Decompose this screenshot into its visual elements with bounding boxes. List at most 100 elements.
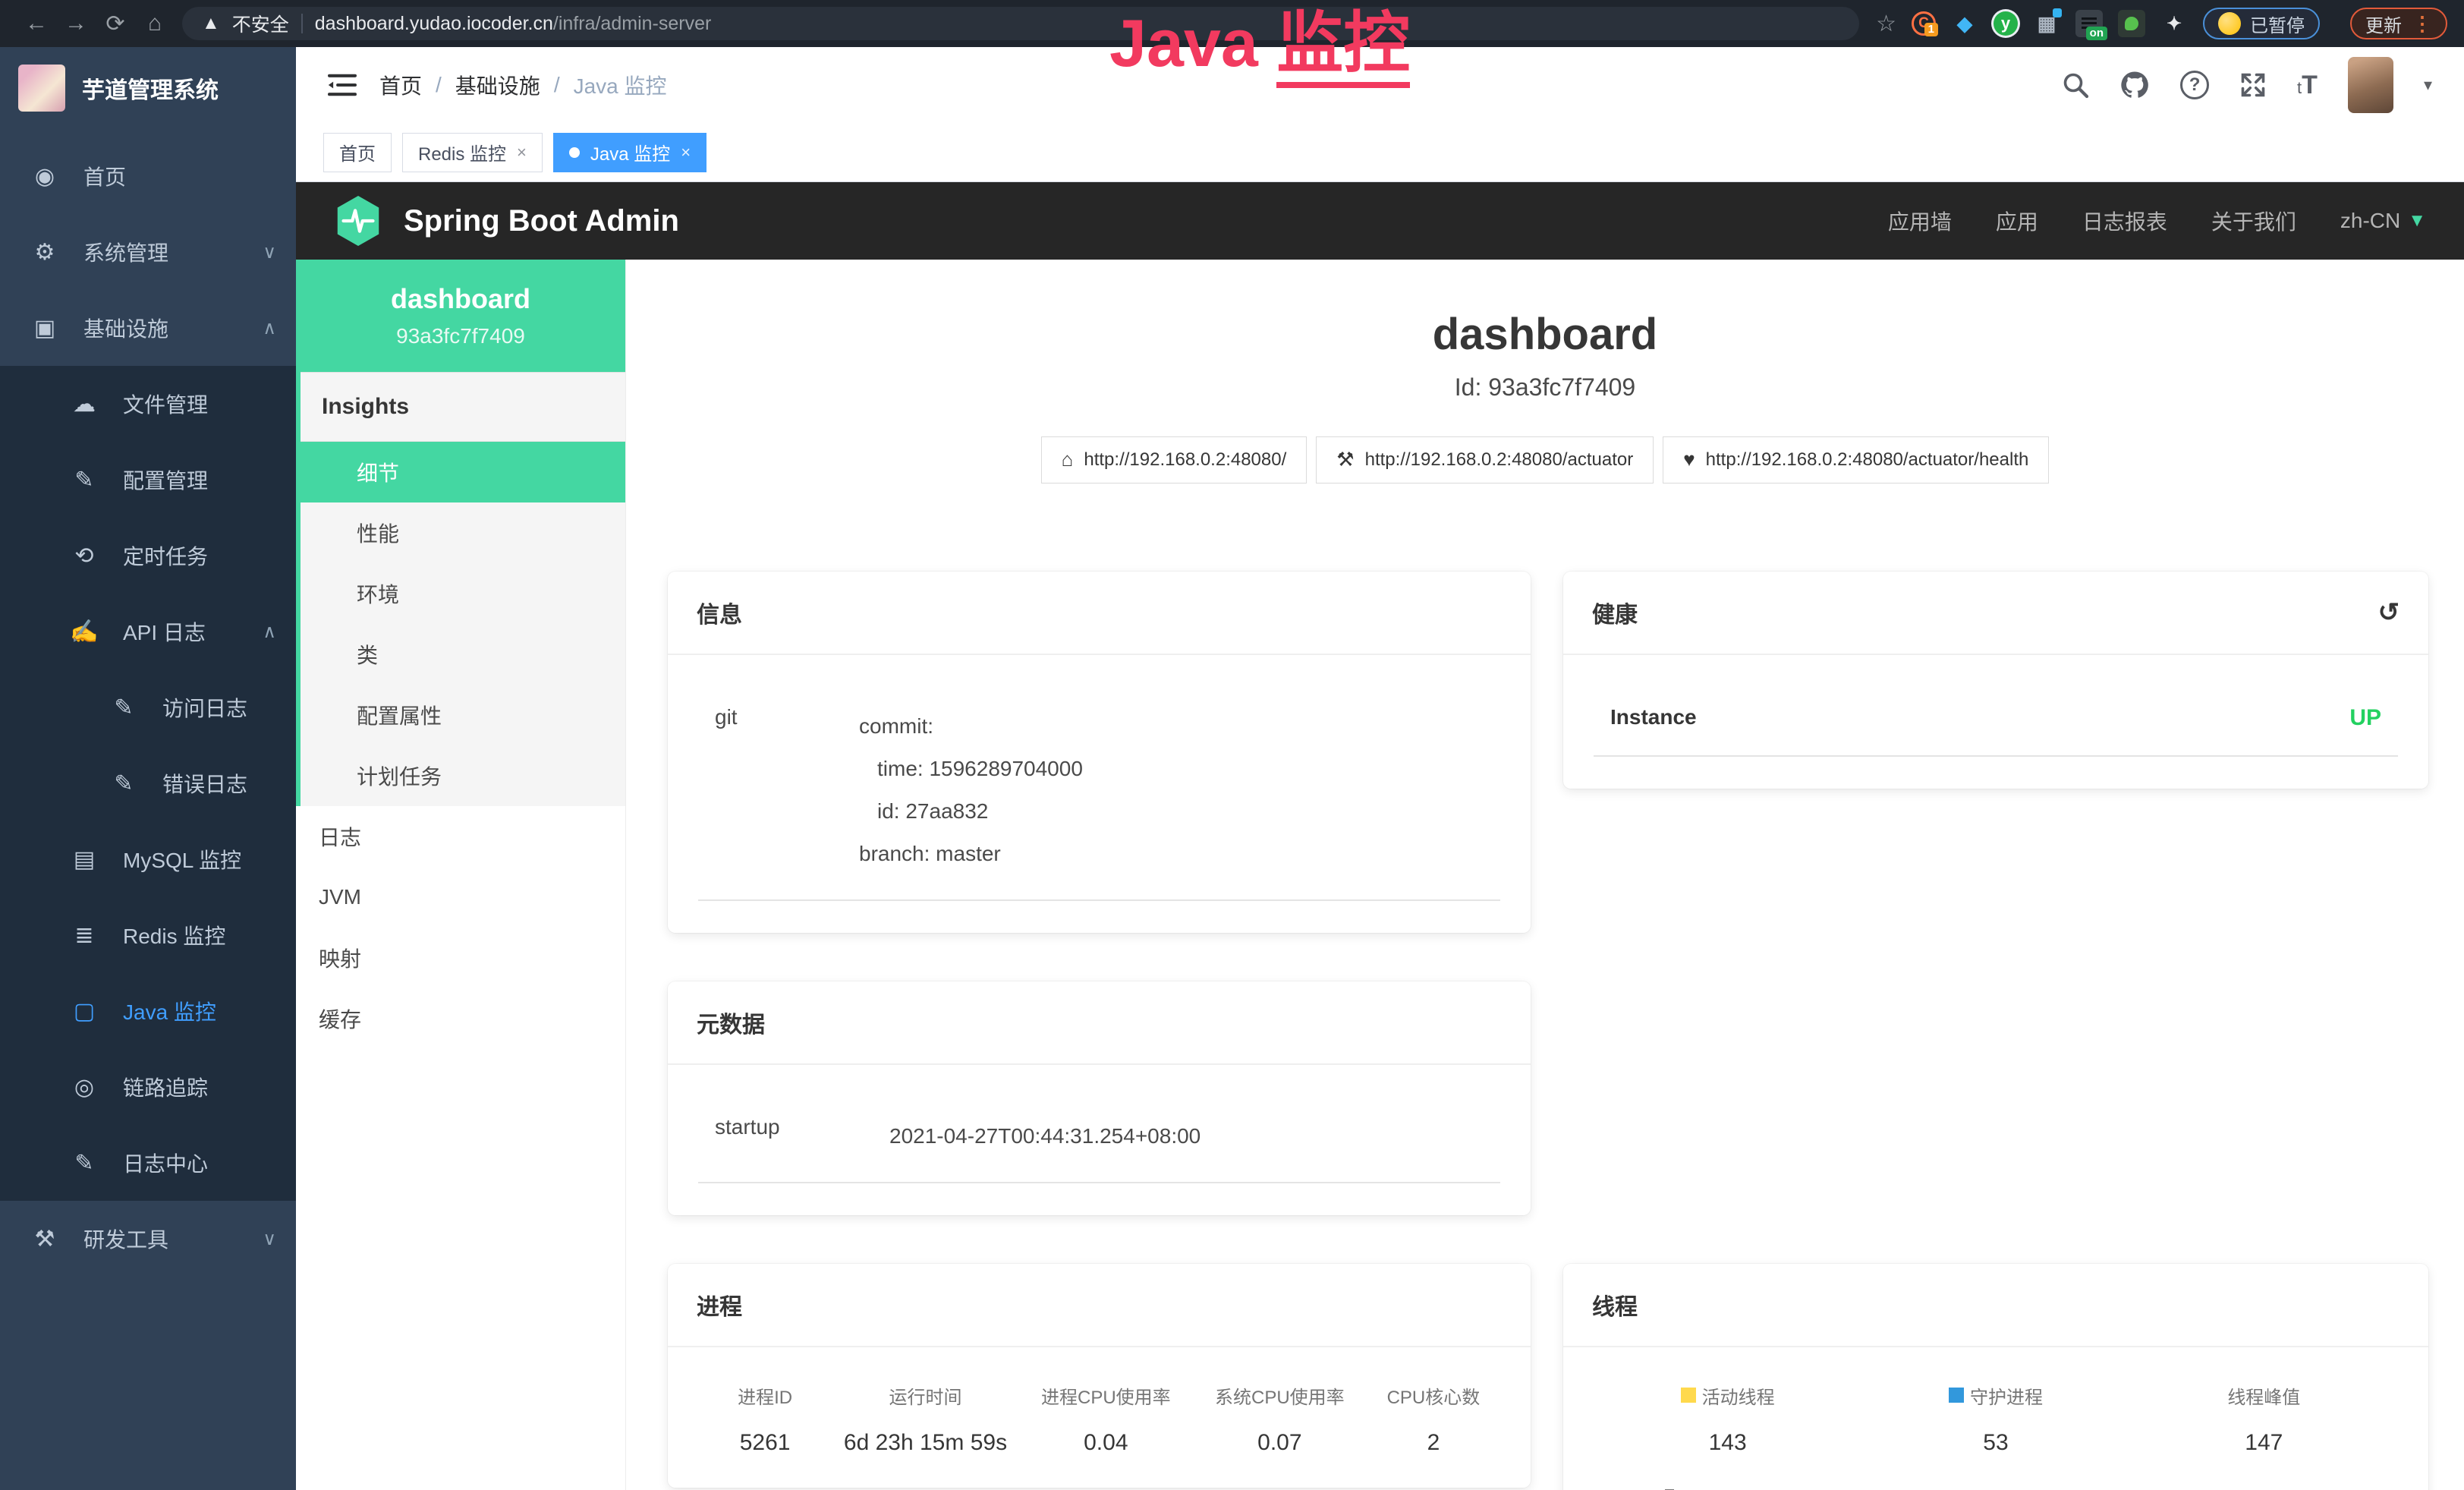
bookmark-star-icon[interactable]: ☆ bbox=[1876, 11, 1896, 37]
threads-legend: 活动线程 143 守护进程 53 线程峰值 14 bbox=[1594, 1382, 2398, 1456]
sidebar-item-log-center[interactable]: ✎ 日志中心 bbox=[0, 1125, 296, 1201]
sidebar-item-config-management[interactable]: ✎ 配置管理 bbox=[0, 442, 296, 518]
user-avatar[interactable] bbox=[2348, 57, 2393, 113]
toolbox-icon: ⚒ bbox=[27, 1226, 62, 1252]
extension-icon-grid[interactable]: ▦ bbox=[2033, 10, 2060, 37]
sba-item-logs[interactable]: 日志 bbox=[296, 806, 625, 867]
heartbeat-icon: ♥ bbox=[1683, 448, 1695, 471]
sba-item-jvm[interactable]: JVM bbox=[296, 867, 625, 928]
eye-icon: ◎ bbox=[67, 1074, 102, 1101]
sba-item-classes[interactable]: 类 bbox=[301, 624, 625, 685]
sidebar-item-redis-monitor[interactable]: ≣ Redis 监控 bbox=[0, 897, 296, 973]
home-icon[interactable]: ⌂ bbox=[135, 11, 175, 36]
close-icon[interactable]: × bbox=[681, 143, 691, 162]
sba-brand[interactable]: Spring Boot Admin bbox=[334, 194, 679, 247]
sidebar-item-mysql-monitor[interactable]: ▤ MySQL 监控 bbox=[0, 821, 296, 897]
search-icon[interactable] bbox=[2062, 71, 2089, 99]
history-icon[interactable]: ↺ bbox=[2378, 597, 2400, 628]
extension-icon-c[interactable]: C1 bbox=[1912, 11, 1936, 36]
browser-menu-icon[interactable]: ⋮ bbox=[2412, 12, 2432, 36]
avatar-caret-icon[interactable]: ▾ bbox=[2424, 75, 2432, 95]
browser-update-button[interactable]: 更新 ⋮ bbox=[2350, 8, 2447, 39]
chevron-up-icon: ∧ bbox=[263, 621, 276, 643]
sidebar-item-system[interactable]: ⚙ 系统管理 ∨ bbox=[0, 214, 296, 290]
sba-item-config-props[interactable]: 配置属性 bbox=[301, 685, 625, 745]
instance-links: ⌂ http://192.168.0.2:48080/ ⚒ http://192… bbox=[626, 436, 2464, 484]
app-logo bbox=[18, 65, 65, 112]
sidebar-item-home[interactable]: ◉ 首页 bbox=[0, 138, 296, 214]
address-bar[interactable]: ▲ 不安全 dashboard.yudao.iocoder.cn/infra/a… bbox=[182, 7, 1859, 40]
page-title: dashboard bbox=[626, 308, 2464, 361]
fullscreen-icon[interactable] bbox=[2239, 71, 2267, 99]
sba-navbar: Spring Boot Admin 应用墙 应用 日志报表 关于我们 zh-CN… bbox=[296, 182, 2464, 260]
legend-square-daemon bbox=[1949, 1388, 1964, 1403]
sba-locale-select[interactable]: zh-CN ▼ bbox=[2340, 209, 2426, 233]
tab-java-monitor[interactable]: Java 监控 × bbox=[553, 133, 706, 172]
startup-row: startup 2021-04-27T00:44:31.254+08:00 bbox=[698, 1100, 1500, 1183]
sidebar-item-scheduled-tasks[interactable]: ⟲ 定时任务 bbox=[0, 518, 296, 594]
sba-item-scheduled-tasks[interactable]: 计划任务 bbox=[301, 745, 625, 806]
forward-icon[interactable]: → bbox=[56, 11, 96, 36]
instance-header[interactable]: dashboard 93a3fc7f7409 bbox=[296, 260, 625, 372]
monitor-icon: ▢ bbox=[67, 998, 102, 1025]
address-divider bbox=[301, 14, 303, 33]
extensions-puzzle-icon[interactable]: ✦ bbox=[2160, 10, 2188, 37]
extensions-row: ☆ C1 ◆ y ▦ on ✦ 已暂停 更新 ⋮ bbox=[1876, 8, 2447, 39]
sba-link-about[interactable]: 关于我们 bbox=[2211, 206, 2296, 236]
actuator-url-chip[interactable]: ⚒ http://192.168.0.2:48080/actuator bbox=[1316, 436, 1654, 484]
sba-item-details[interactable]: 细节 bbox=[301, 442, 625, 502]
sidebar-item-tracing[interactable]: ◎ 链路追踪 bbox=[0, 1049, 296, 1125]
sba-item-caches[interactable]: 缓存 bbox=[296, 988, 625, 1049]
emoji-avatar-icon bbox=[2218, 12, 2241, 35]
sba-nav-links: 应用墙 应用 日志报表 关于我们 zh-CN ▼ bbox=[1888, 206, 2426, 236]
help-icon[interactable]: ? bbox=[2180, 71, 2209, 99]
sidebar-item-infrastructure[interactable]: ▣ 基础设施 ∧ bbox=[0, 290, 296, 366]
dashboard-icon: ◉ bbox=[27, 163, 62, 190]
stat-live-threads: 活动线程 143 bbox=[1594, 1382, 1861, 1456]
reload-icon[interactable]: ⟳ bbox=[96, 11, 135, 37]
breadcrumb-home[interactable]: 首页 bbox=[379, 70, 422, 100]
wrench-icon: ⚒ bbox=[1336, 448, 1354, 471]
sba-item-mappings[interactable]: 映射 bbox=[296, 928, 625, 988]
tab-redis-monitor[interactable]: Redis 监控 × bbox=[402, 133, 543, 172]
stat-daemon-threads: 守护进程 53 bbox=[1861, 1382, 2129, 1456]
active-dot bbox=[569, 147, 580, 158]
sba-link-journal[interactable]: 日志报表 bbox=[2082, 206, 2167, 236]
sba-item-metrics[interactable]: 性能 bbox=[301, 502, 625, 563]
extension-icon-pin[interactable]: ◆ bbox=[1951, 10, 1978, 37]
extension-icon-leaf[interactable] bbox=[2118, 10, 2145, 37]
extension-badge: 1 bbox=[1924, 23, 1938, 37]
hamburger-icon[interactable] bbox=[328, 72, 357, 98]
process-stats: 进程ID 5261 运行时间 6d 23h 15m 59s 进程CPU使用率 bbox=[698, 1382, 1500, 1456]
service-url-chip[interactable]: ⌂ http://192.168.0.2:48080/ bbox=[1041, 436, 1308, 484]
stat-system-cpu: 系统CPU使用率 0.07 bbox=[1193, 1382, 1367, 1456]
logo-row: 芋道管理系统 bbox=[0, 47, 296, 129]
tab-home[interactable]: 首页 bbox=[323, 133, 392, 172]
sidebar-item-api-logs[interactable]: ✍ API 日志 ∧ bbox=[0, 594, 296, 669]
sidebar-item-file-management[interactable]: ☁ 文件管理 bbox=[0, 366, 296, 442]
tags-view: 首页 Redis 监控 × Java 监控 × bbox=[296, 123, 2464, 182]
legend-square-live bbox=[1681, 1388, 1696, 1403]
github-icon[interactable] bbox=[2119, 70, 2150, 100]
layers-icon: ≣ bbox=[67, 922, 102, 949]
sidebar-item-dev-tools[interactable]: ⚒ 研发工具 ∨ bbox=[0, 1201, 296, 1277]
sidebar-item-java-monitor[interactable]: ▢ Java 监控 bbox=[0, 973, 296, 1049]
extension-icon-on[interactable]: on bbox=[2075, 10, 2103, 37]
infrastructure-submenu: ☁ 文件管理 ✎ 配置管理 ⟲ 定时任务 ✍ API 日志 ∧ ✎ bbox=[0, 366, 296, 1201]
back-icon[interactable]: ← bbox=[17, 11, 56, 36]
sba-link-wallboard[interactable]: 应用墙 bbox=[1888, 206, 1952, 236]
sidebar-item-access-logs[interactable]: ✎ 访问日志 bbox=[0, 669, 296, 745]
health-key: Instance bbox=[1610, 705, 1754, 731]
text-size-icon[interactable]: tT bbox=[2297, 71, 2318, 100]
log-edit-icon: ✍ bbox=[67, 619, 102, 645]
sba-link-applications[interactable]: 应用 bbox=[1996, 206, 2038, 236]
status-badge: UP bbox=[2349, 705, 2381, 731]
health-url-chip[interactable]: ♥ http://192.168.0.2:48080/actuator/heal… bbox=[1663, 436, 2049, 484]
close-icon[interactable]: × bbox=[517, 143, 527, 162]
stat-process-cpu: 进程CPU使用率 0.04 bbox=[1019, 1382, 1193, 1456]
sidebar-item-error-logs[interactable]: ✎ 错误日志 bbox=[0, 745, 296, 821]
extension-icon-y[interactable]: y bbox=[1994, 11, 2018, 36]
profile-paused-badge[interactable]: 已暂停 bbox=[2203, 8, 2320, 39]
sba-item-environment[interactable]: 环境 bbox=[301, 563, 625, 624]
breadcrumb-infrastructure[interactable]: 基础设施 bbox=[455, 70, 540, 100]
